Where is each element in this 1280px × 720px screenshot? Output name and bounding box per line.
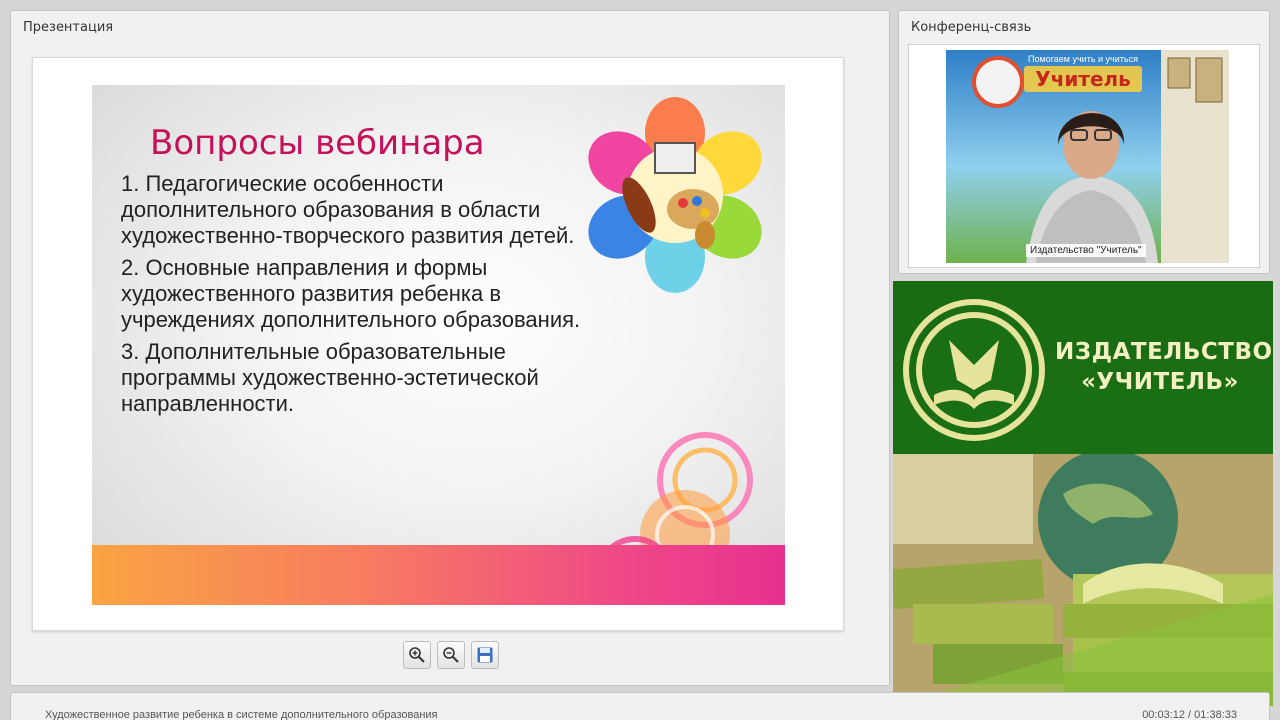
save-button[interactable] <box>471 641 499 669</box>
art-flower-illustration <box>588 97 762 293</box>
slide-title: Вопросы вебинара <box>150 123 485 163</box>
slide-item: 1. Педагогические особенности дополнител… <box>121 171 575 248</box>
video-frame: Помогаем учить и учиться Учитель Издател… <box>908 44 1260 268</box>
banner-books-image <box>893 454 1273 706</box>
zoom-out-icon <box>443 647 459 663</box>
presentation-panel-title: Презентация <box>23 20 114 35</box>
zoom-in-button[interactable] <box>403 641 431 669</box>
banner-line-1: ИЗДАТЕЛЬСТВО <box>1055 339 1273 365</box>
books-globe-illustration <box>893 454 1273 706</box>
banner-line-2: «УЧИТЕЛЬ» <box>1081 369 1239 395</box>
presenter-video-image: Помогаем учить и учиться Учитель <box>946 50 1229 263</box>
presentation-slide: Вопросы вебинара 1. Педагогические особе… <box>92 85 785 605</box>
video-label: Издательство "Учитель" <box>1026 244 1146 257</box>
slide-frame: Вопросы вебинара 1. Педагогические особе… <box>32 57 844 631</box>
slide-toolbar <box>403 641 499 669</box>
slide-item: 3. Дополнительные образовательные програ… <box>121 339 539 416</box>
backdrop-tagline-text: Помогаем учить и учиться <box>1028 54 1138 64</box>
webinar-title: Художественное развитие ребенка в систем… <box>45 709 438 720</box>
banner-header: ИЗДАТЕЛЬСТВО «УЧИТЕЛЬ» <box>893 281 1273 454</box>
save-icon <box>477 647 493 663</box>
slide-bottom-bar <box>92 545 785 605</box>
publisher-banner[interactable]: ИЗДАТЕЛЬСТВО «УЧИТЕЛЬ» <box>893 281 1273 706</box>
banner-text: ИЗДАТЕЛЬСТВО «УЧИТЕЛЬ» <box>1055 337 1273 397</box>
slide-item-list: 1. Педагогические особенности дополнител… <box>121 171 621 423</box>
presentation-panel: Презентация Вопросы вебинара 1. Педагоги… <box>10 10 890 686</box>
conference-panel: Конференц-связь Помогаем учить и учиться… <box>898 10 1270 274</box>
zoom-out-button[interactable] <box>437 641 465 669</box>
backdrop-heading-text: Учитель <box>1035 67 1131 91</box>
conference-panel-title: Конференц-связь <box>911 20 1032 35</box>
status-bar: Художественное развитие ребенка в систем… <box>10 692 1270 720</box>
publisher-logo <box>903 299 1045 441</box>
playback-time: 00:03:12 / 01:38:33 <box>1142 709 1237 720</box>
zoom-in-icon <box>409 647 425 663</box>
slide-item: 2. Основные направления и формы художест… <box>121 255 581 332</box>
webcam-video[interactable]: Помогаем учить и учиться Учитель Издател… <box>946 50 1229 263</box>
